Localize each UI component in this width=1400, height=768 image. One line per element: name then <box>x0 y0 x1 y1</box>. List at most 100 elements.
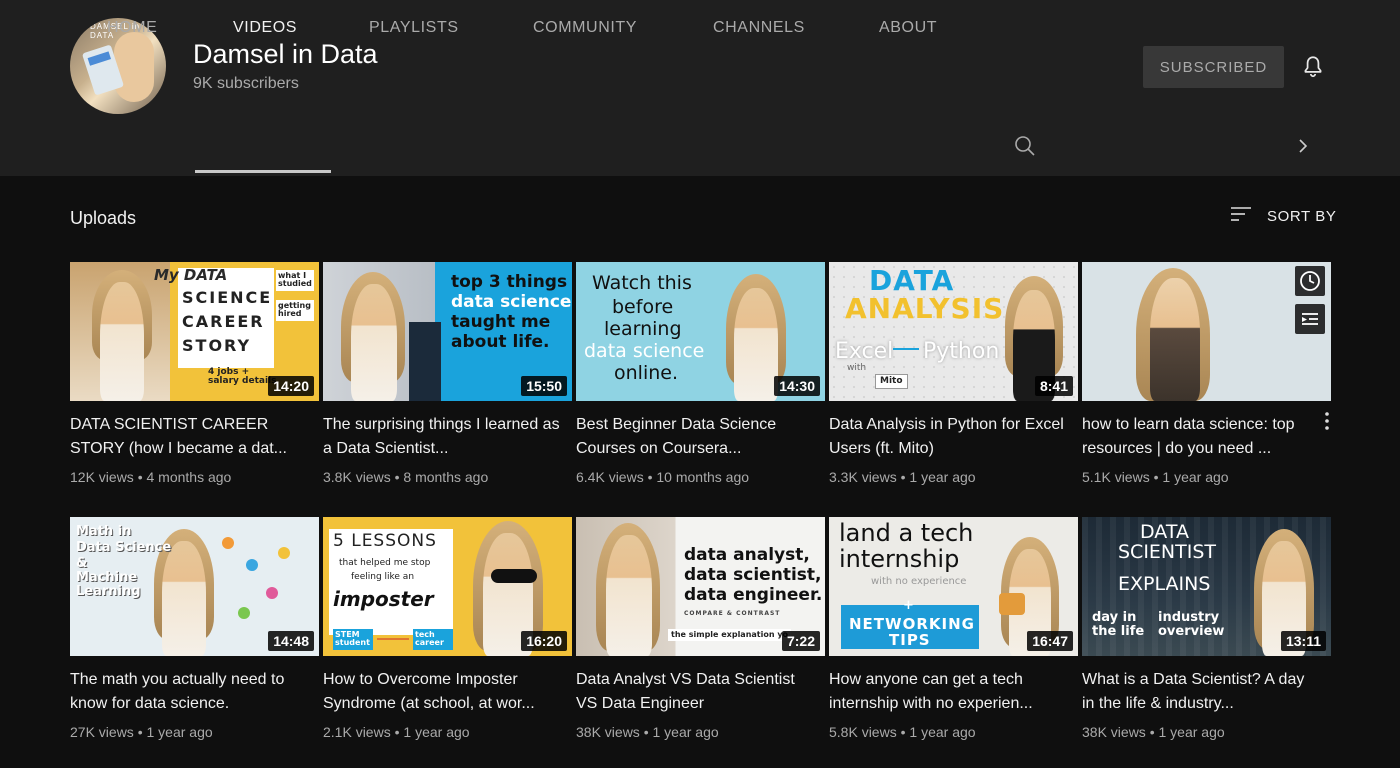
upload-age: 1 year ago <box>1162 469 1229 485</box>
video-duration: 7:22 <box>781 631 820 651</box>
thumb-text: Learning <box>76 584 141 599</box>
video-thumbnail[interactable]: land a tech internship with no experienc… <box>829 517 1078 656</box>
thumb-text: data engineer. <box>684 585 823 605</box>
subscribed-button[interactable]: SUBSCRIBED <box>1143 46 1284 88</box>
thumb-text: data analyst, <box>684 545 810 565</box>
video-card[interactable]: 5 LESSONS that helped me stop feeling li… <box>323 517 572 740</box>
tab-community[interactable]: COMMUNITY <box>533 0 637 56</box>
sort-icon <box>1231 207 1251 221</box>
video-title[interactable]: The math you actually need to know for d… <box>70 668 319 716</box>
thumb-text: EXPLAINS <box>1118 573 1211 595</box>
video-title[interactable]: Data Analyst VS Data Scientist VS Data E… <box>576 668 825 716</box>
tab-playlists[interactable]: PLAYLISTS <box>369 0 459 56</box>
view-count: 38K views <box>576 724 640 740</box>
video-meta: 2.1K views • 1 year ago <box>323 724 470 740</box>
view-count: 5.8K views <box>829 724 897 740</box>
channel-header: DAMSEL in DATA Damsel in Data 9K subscri… <box>0 0 1400 176</box>
video-meta: 12K views • 4 months ago <box>70 469 232 485</box>
tab-about[interactable]: ABOUT <box>879 0 937 56</box>
thumb-text: STORY <box>182 336 252 355</box>
video-duration: 13:11 <box>1280 631 1326 651</box>
thumb-text: day in the life <box>1092 610 1145 639</box>
search-icon[interactable] <box>1013 134 1037 158</box>
video-card[interactable]: DATA SCIENTIST EXPLAINS day in the life … <box>1082 517 1331 740</box>
video-thumbnail[interactable]: DATA SCIENTIST EXPLAINS day in the life … <box>1082 517 1331 656</box>
thumb-text: My DATA <box>154 266 228 284</box>
video-meta: 38K views • 1 year ago <box>576 724 719 740</box>
video-card[interactable]: Watch this before learning data science … <box>576 262 825 485</box>
video-card[interactable]: land a tech internship with no experienc… <box>829 517 1078 740</box>
add-to-queue-icon[interactable] <box>1295 304 1325 334</box>
notification-bell-icon[interactable] <box>1300 54 1326 80</box>
video-card[interactable]: Math in Data Science & Machine Learning … <box>70 517 319 740</box>
video-thumbnail[interactable]: DATA ANALYSIS Excel Python with Mito 8:4… <box>829 262 1078 401</box>
video-thumbnail[interactable]: data analyst, data scientist, data engin… <box>576 517 825 656</box>
thumb-text: Mito <box>875 374 908 390</box>
subscriber-count: 9K subscribers <box>193 75 299 92</box>
sort-by-label: SORT BY <box>1267 207 1337 225</box>
thumb-text: & <box>76 556 88 571</box>
view-count: 3.3K views <box>829 469 897 485</box>
video-title[interactable]: The surprising things I learned as a Dat… <box>323 413 572 461</box>
upload-age: 1 year ago <box>1158 724 1225 740</box>
upload-age: 1 year ago <box>146 724 213 740</box>
tab-channels[interactable]: CHANNELS <box>713 0 805 56</box>
thumb-text: 5 LESSONS <box>333 531 437 551</box>
video-thumbnail[interactable]: Math in Data Science & Machine Learning … <box>70 517 319 656</box>
video-duration: 8:41 <box>1034 376 1073 396</box>
video-card[interactable]: DATA ANALYSIS Excel Python with Mito 8:4… <box>829 262 1078 485</box>
video-thumbnail[interactable]: top 3 things data science taught me abou… <box>323 262 572 401</box>
thumb-text: Machine <box>76 570 138 585</box>
video-title[interactable]: Data Analysis in Python for Excel Users … <box>829 413 1078 461</box>
video-card[interactable]: My DATA SCIENCE CAREER STORY what I stud… <box>70 262 319 485</box>
sort-by-button[interactable]: SORT BY <box>1229 205 1337 227</box>
chevron-right-icon[interactable] <box>1293 136 1313 156</box>
thumb-text: feeling like an <box>351 572 415 582</box>
more-options-icon[interactable] <box>1319 410 1335 432</box>
watch-later-icon[interactable] <box>1295 266 1325 296</box>
video-title[interactable]: Best Beginner Data Science Courses on Co… <box>576 413 825 461</box>
tab-home[interactable]: HOME <box>107 0 157 56</box>
view-count: 2.1K views <box>323 724 391 740</box>
view-count: 38K views <box>1082 724 1146 740</box>
thumb-text: learning <box>604 318 682 340</box>
thumb-text: top 3 things <box>451 272 568 292</box>
video-thumbnail[interactable]: Watch this before learning data science … <box>576 262 825 401</box>
video-duration: 14:30 <box>774 376 820 396</box>
video-title[interactable]: What is a Data Scientist? A day in the l… <box>1082 668 1331 716</box>
thumb-text: CAREER <box>182 312 265 331</box>
thumb-text: + <box>903 598 914 613</box>
video-thumbnail[interactable]: My DATA SCIENCE CAREER STORY what I stud… <box>70 262 319 401</box>
thumb-text: Python <box>923 339 1000 364</box>
thumb-text: data science <box>451 292 572 312</box>
tab-videos[interactable]: VIDEOS <box>233 0 297 56</box>
video-title[interactable]: How anyone can get a tech internship wit… <box>829 668 1078 716</box>
thumb-text: what I studied <box>276 270 314 291</box>
video-duration: 14:48 <box>268 631 314 651</box>
thumb-text: data science <box>584 340 705 362</box>
upload-age: 4 months ago <box>146 469 232 485</box>
thumb-text: with <box>847 363 867 373</box>
thumb-text: Excel <box>835 339 894 364</box>
thumb-text: COMPARE & CONTRAST <box>684 610 781 617</box>
thumb-text: the simple explanation yo <box>668 629 792 642</box>
video-card[interactable]: how to learn data science: top resources… <box>1082 262 1331 485</box>
video-meta: 5.8K views • 1 year ago <box>829 724 976 740</box>
video-title[interactable]: how to learn data science: top resources… <box>1082 413 1331 461</box>
thumb-text: Watch this <box>592 272 692 294</box>
video-card[interactable]: top 3 things data science taught me abou… <box>323 262 572 485</box>
video-thumbnail[interactable]: 5 LESSONS that helped me stop feeling li… <box>323 517 572 656</box>
view-count: 6.4K views <box>576 469 644 485</box>
video-title[interactable]: DATA SCIENTIST CAREER STORY (how I becam… <box>70 413 319 461</box>
video-meta: 5.1K views • 1 year ago <box>1082 469 1229 485</box>
video-card[interactable]: data analyst, data scientist, data engin… <box>576 517 825 740</box>
thumb-text: taught me <box>451 312 551 332</box>
thumb-text: SCIENTIST <box>1118 541 1217 563</box>
thumb-text: DATA <box>1140 521 1189 543</box>
view-count: 27K views <box>70 724 134 740</box>
video-title[interactable]: How to Overcome Imposter Syndrome (at sc… <box>323 668 572 716</box>
thumb-text: industry overview <box>1158 610 1225 639</box>
video-thumbnail[interactable] <box>1082 262 1331 401</box>
video-meta: 3.8K views • 8 months ago <box>323 469 489 485</box>
video-duration: 16:20 <box>521 631 567 651</box>
